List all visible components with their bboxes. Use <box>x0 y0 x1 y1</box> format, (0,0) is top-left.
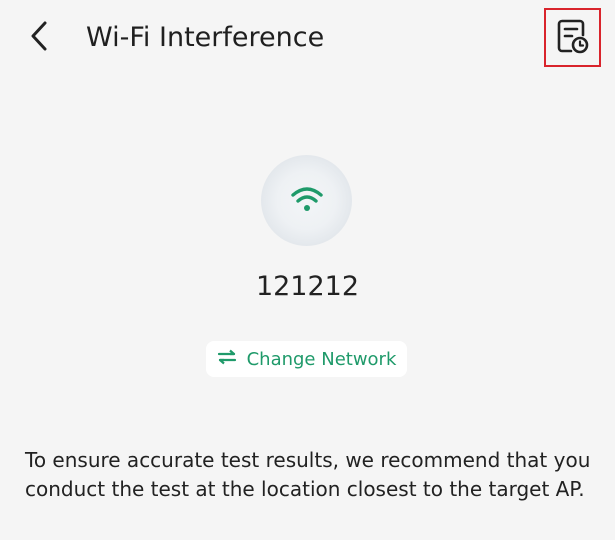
chevron-left-icon <box>28 20 52 56</box>
header-bar: Wi-Fi Interference <box>0 0 615 78</box>
wifi-status-circle <box>261 155 352 246</box>
document-clock-icon <box>556 18 590 58</box>
test-recommendation-text: To ensure accurate test results, we reco… <box>25 448 591 501</box>
test-history-button[interactable] <box>544 8 601 67</box>
wifi-icon <box>290 185 324 217</box>
change-network-button[interactable]: Change Network <box>206 341 407 377</box>
swap-arrows-icon <box>217 349 237 369</box>
back-button[interactable] <box>20 18 60 58</box>
change-network-label: Change Network <box>246 348 397 370</box>
page-title: Wi-Fi Interference <box>86 22 325 53</box>
network-name: 121212 <box>255 271 360 302</box>
